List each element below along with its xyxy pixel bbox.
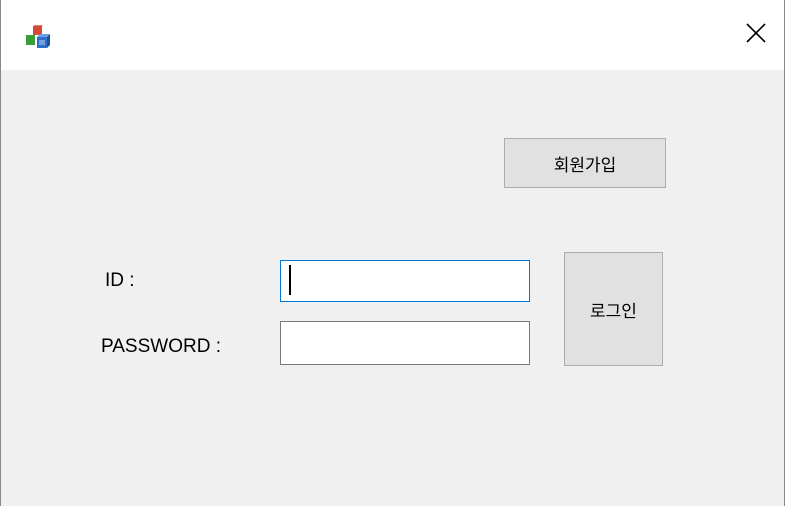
text-caret [289, 265, 291, 295]
login-button[interactable]: 로그인 [564, 252, 663, 366]
title-bar [1, 0, 784, 70]
login-button-label: 로그인 [590, 301, 637, 322]
password-label: PASSWORD : [101, 336, 221, 357]
id-input[interactable] [280, 260, 530, 302]
signup-button[interactable]: 회원가입 [504, 138, 666, 188]
app-cubes-icon [24, 24, 50, 51]
client-area: 회원가입 ID : PASSWORD : 로그인 [1, 70, 784, 506]
close-button[interactable] [728, 10, 784, 56]
close-icon [746, 23, 766, 43]
password-input[interactable] [280, 321, 530, 365]
id-label: ID : [105, 270, 135, 291]
signup-button-label: 회원가입 [553, 155, 617, 176]
login-window: 회원가입 ID : PASSWORD : 로그인 [0, 0, 785, 506]
